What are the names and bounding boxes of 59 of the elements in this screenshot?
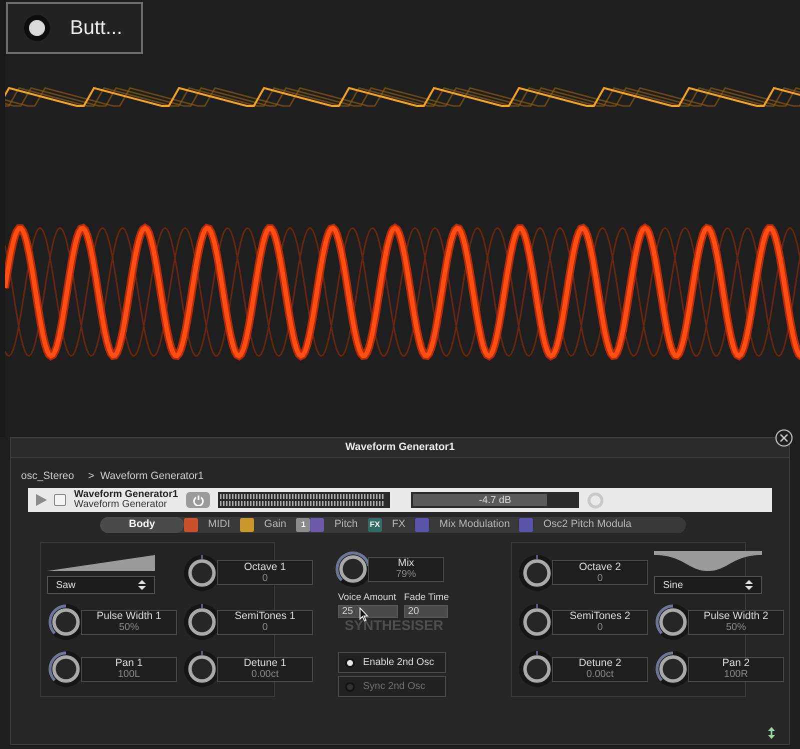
parameter-label: Pulse Width 2: [704, 611, 768, 622]
parameter-value: 0: [597, 572, 603, 584]
up-down-caret-icon: [745, 580, 753, 590]
device-name: Waveform Generator1: [74, 490, 180, 500]
waveform-select[interactable]: Saw: [47, 576, 155, 594]
toggle-button[interactable]: Enable 2nd Osc: [338, 652, 446, 674]
mouse-cursor-icon: [359, 607, 369, 622]
field-label: Voice Amount: [338, 591, 398, 605]
device-type: Waveform Generator: [74, 500, 168, 510]
up-down-caret-icon: [138, 580, 146, 590]
parameter-label: Octave 2: [578, 562, 622, 572]
parameter-value: 0: [262, 622, 268, 633]
parameter-value: 100L: [118, 669, 140, 680]
parameter-value: 0.00ct: [251, 669, 279, 680]
tab[interactable]: Pitch: [324, 517, 368, 533]
tab-badge: FX: [368, 518, 382, 532]
field-label: Fade Time: [404, 591, 449, 605]
toggle-light-icon: [345, 682, 355, 692]
breadcrumb-link[interactable]: osc_Stereo: [21, 469, 74, 485]
parameter-label: Octave 1: [244, 562, 286, 572]
tab[interactable]: Mix Modulation: [429, 517, 520, 533]
radio-dot-icon: [24, 15, 50, 41]
input-field[interactable]: 20: [404, 605, 448, 618]
window-title: Waveform Generator1: [345, 440, 455, 455]
parameter-label: Pan 1: [115, 658, 143, 669]
parameter-label: Mix: [398, 558, 414, 569]
resize-icon[interactable]: [768, 727, 775, 739]
parameter-value: 100R: [724, 669, 748, 680]
parameter-label: Pulse Width 1: [96, 611, 162, 622]
parameter-label: SemiTones 2: [570, 611, 630, 622]
parameter-label: Pan 2: [722, 658, 750, 669]
tab-badge: 1: [296, 518, 310, 532]
power-button[interactable]: [186, 492, 210, 508]
radio-button[interactable]: Butt...: [6, 2, 143, 54]
close-icon[interactable]: [775, 429, 793, 447]
toggle-light-icon: [345, 658, 355, 668]
tab[interactable]: Body: [100, 517, 184, 533]
tab[interactable]: FX: [382, 517, 416, 533]
tab[interactable]: Gain: [254, 517, 296, 533]
checkbox[interactable]: [54, 494, 66, 506]
parameter-value: 50%: [726, 622, 746, 633]
parameter-value: 0: [262, 572, 268, 584]
gain-slider[interactable]: -4.7 dB: [411, 492, 579, 508]
parameter-label: Detune 2: [578, 658, 622, 669]
waveform-preview-icon: [654, 551, 762, 571]
tab[interactable]: MIDI: [198, 517, 240, 533]
parameter-value: 0.00ct: [586, 669, 614, 680]
play-icon[interactable]: [36, 494, 47, 506]
parameter-value: 0: [597, 622, 603, 633]
parameter-label: SemiTones 1: [234, 611, 296, 622]
gain-reading: -4.7 dB: [478, 494, 512, 508]
waveform-select[interactable]: Sine: [654, 576, 762, 594]
breadcrumb-separator: >: [88, 469, 94, 484]
parameter-value: 79%: [396, 569, 416, 580]
breadcrumb-link[interactable]: Waveform Generator1: [100, 469, 204, 485]
tab[interactable]: Osc2 Pitch Modula: [533, 517, 642, 533]
parameter-label: Detune 1: [244, 658, 286, 669]
parameter-value: 50%: [118, 622, 139, 633]
power-icon: [192, 494, 204, 506]
